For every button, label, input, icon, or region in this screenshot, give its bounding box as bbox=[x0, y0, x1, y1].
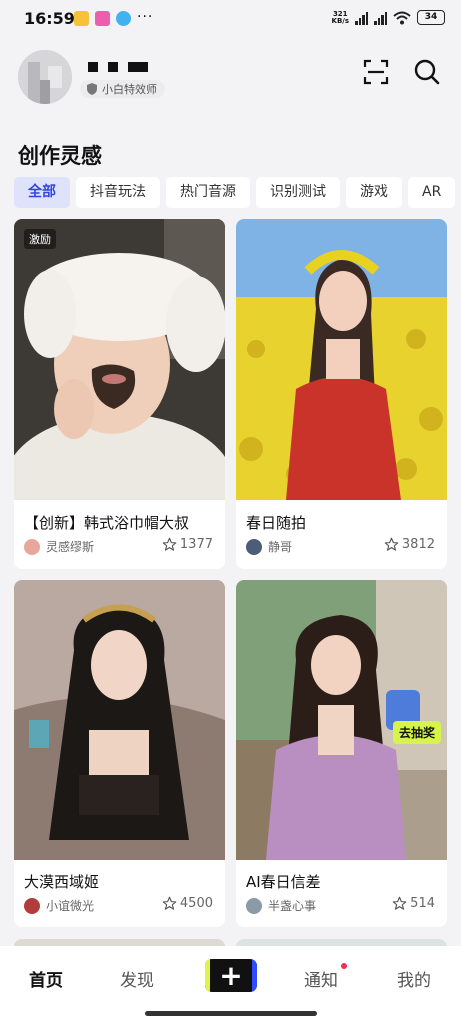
plus-icon: + bbox=[219, 959, 243, 992]
effect-preview-image bbox=[236, 580, 447, 860]
effect-card[interactable]: 去抽奖 AI春日信差 半盏心事 514 bbox=[236, 580, 447, 927]
scan-icon[interactable] bbox=[362, 58, 390, 86]
signal-2-icon bbox=[374, 11, 387, 25]
effect-card[interactable]: 激励 【创新】韩式浴巾帽大叔 灵感缪斯 1377 bbox=[14, 219, 225, 569]
author-avatar bbox=[246, 897, 262, 914]
card-author[interactable]: 小谊微光 bbox=[24, 897, 94, 914]
likes-count: 3812 bbox=[401, 537, 435, 552]
likes-count: 4500 bbox=[179, 896, 213, 911]
bottom-nav: 首页 发现 + 通知 我的 bbox=[0, 946, 461, 1024]
card-title: AI春日信差 bbox=[246, 873, 321, 891]
note-app-icon bbox=[74, 11, 89, 26]
card-title: 大漠西域姬 bbox=[24, 873, 100, 891]
more-notifications-icon: ··· bbox=[137, 9, 154, 25]
badge-label: 小白特效师 bbox=[102, 83, 157, 96]
author-avatar bbox=[246, 538, 262, 555]
search-icon[interactable] bbox=[413, 58, 441, 86]
tab-ar[interactable]: AR bbox=[408, 177, 456, 208]
tab-recognition-test[interactable]: 识别测试 bbox=[256, 177, 340, 208]
status-time: 16:59 bbox=[24, 9, 75, 28]
nav-discover[interactable]: 发现 bbox=[120, 966, 154, 991]
author-name: 静哥 bbox=[268, 540, 293, 554]
home-indicator[interactable] bbox=[145, 1011, 317, 1016]
author-avatar bbox=[24, 897, 40, 914]
card-author[interactable]: 静哥 bbox=[246, 538, 292, 555]
author-name: 小谊微光 bbox=[46, 899, 95, 913]
create-button[interactable]: + bbox=[205, 959, 257, 992]
net-speed: 321 KB/s bbox=[331, 9, 349, 25]
tab-all[interactable]: 全部 bbox=[14, 177, 70, 208]
nav-home[interactable]: 首页 bbox=[29, 966, 63, 991]
effect-preview-image bbox=[236, 219, 447, 500]
cleaner-app-icon bbox=[116, 11, 131, 26]
card-likes[interactable]: 514 bbox=[392, 896, 435, 911]
user-avatar[interactable] bbox=[18, 50, 72, 104]
card-title: 【创新】韩式浴巾帽大叔 bbox=[24, 514, 190, 532]
card-author[interactable]: 半盏心事 bbox=[246, 897, 316, 914]
shield-icon bbox=[87, 83, 97, 95]
author-name: 灵感缪斯 bbox=[46, 540, 95, 554]
notification-icons: ··· bbox=[74, 9, 154, 26]
wifi-icon bbox=[393, 11, 411, 24]
star-icon bbox=[384, 537, 399, 551]
author-name: 半盏心事 bbox=[268, 899, 317, 913]
unread-dot bbox=[341, 963, 347, 969]
system-indicators: 321 KB/s 34 bbox=[332, 10, 445, 25]
tab-douyin-play[interactable]: 抖音玩法 bbox=[76, 177, 160, 208]
star-icon bbox=[162, 537, 177, 551]
avatar-image bbox=[18, 50, 72, 104]
tab-hot-audio[interactable]: 热门音源 bbox=[166, 177, 250, 208]
card-likes[interactable]: 3812 bbox=[384, 537, 435, 552]
nav-mine[interactable]: 我的 bbox=[397, 966, 431, 991]
card-likes[interactable]: 4500 bbox=[162, 896, 213, 911]
creator-level-badge[interactable]: 小白特效师 bbox=[80, 80, 165, 98]
effect-card[interactable]: 大漠西域姬 小谊微光 4500 bbox=[14, 580, 225, 927]
section-title: 创作灵感 bbox=[18, 144, 102, 168]
status-bar: 16:59 ··· 321 KB/s 34 bbox=[0, 0, 461, 40]
signal-1-icon bbox=[355, 11, 368, 25]
card-title: 春日随拍 bbox=[246, 514, 307, 532]
effect-preview-image bbox=[14, 219, 225, 500]
redacted-username bbox=[88, 62, 148, 72]
effect-preview-image bbox=[14, 580, 225, 860]
author-avatar bbox=[24, 538, 40, 555]
tab-games[interactable]: 游戏 bbox=[346, 177, 402, 208]
card-likes[interactable]: 1377 bbox=[162, 537, 213, 552]
lottery-badge[interactable]: 去抽奖 bbox=[392, 721, 441, 744]
card-author[interactable]: 灵感缪斯 bbox=[24, 538, 94, 555]
likes-count: 1377 bbox=[179, 537, 213, 552]
effect-card[interactable]: 春日随拍 静哥 3812 bbox=[236, 219, 447, 569]
category-tabs: 全部 抖音玩法 热门音源 识别测试 游戏 AR bbox=[14, 177, 456, 208]
incentive-tag: 激励 bbox=[24, 229, 56, 249]
battery-icon: 34 bbox=[417, 10, 445, 25]
star-icon bbox=[392, 896, 407, 910]
likes-count: 514 bbox=[410, 896, 435, 911]
star-icon bbox=[162, 896, 177, 910]
nav-notifications[interactable]: 通知 bbox=[304, 966, 338, 991]
video-app-icon bbox=[95, 11, 110, 26]
